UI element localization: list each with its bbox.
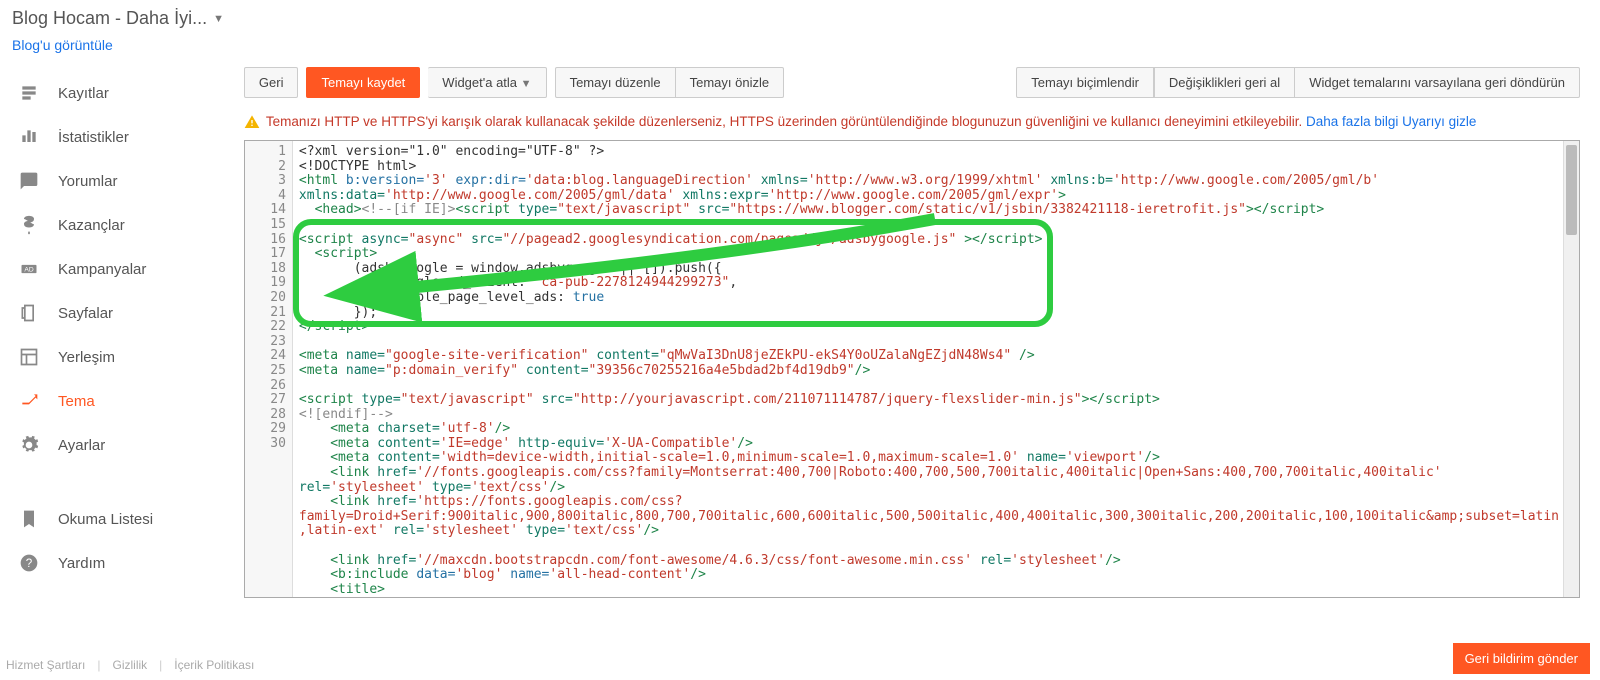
chevron-down-icon: ▼ [521, 78, 532, 90]
sidebar-item-label: Okuma Listesi [58, 511, 153, 528]
sidebar-item-label: Yardım [58, 555, 105, 572]
save-theme-button[interactable]: Temayı kaydet [306, 67, 420, 98]
theme-icon [18, 390, 40, 412]
comments-icon [18, 170, 40, 192]
preview-theme-button[interactable]: Temayı önizle [676, 67, 784, 98]
stats-icon [18, 126, 40, 148]
campaigns-icon: AD [18, 258, 40, 280]
sidebar-item-label: Tema [58, 393, 95, 410]
toolbar: Geri Temayı kaydet Widget'a atla ▼ Temay… [244, 61, 1580, 104]
sidebar-item-label: Kayıtlar [58, 85, 109, 102]
jump-widget-label: Widget'a atla [442, 75, 517, 90]
revert-changes-button[interactable]: Değişiklikleri geri al [1154, 67, 1295, 98]
sidebar-item-label: Yerleşim [58, 349, 115, 366]
pages-icon [18, 302, 40, 324]
blog-title-dropdown[interactable]: Blog Hocam - Daha İyi... ▼ [12, 8, 224, 29]
chevron-down-icon: ▼ [213, 13, 224, 25]
sidebar-item-ayarlar[interactable]: Ayarlar [0, 423, 244, 467]
warning-icon [244, 114, 260, 130]
footer-terms[interactable]: Hizmet Şartları [6, 658, 85, 672]
posts-icon [18, 82, 40, 104]
warning-text: Temanızı HTTP ve HTTPS'yi karışık olarak… [266, 114, 1302, 129]
sidebar: Kayıtlar İstatistikler Yorumlar Kazançlar AD… [0, 61, 244, 598]
feedback-button[interactable]: Geri bildirim gönder [1453, 643, 1590, 674]
svg-text:AD: AD [24, 267, 33, 274]
warning-dismiss-link[interactable]: Uyarıyı gizle [1402, 114, 1476, 129]
footer-privacy[interactable]: Gizlilik [112, 658, 147, 672]
jump-widget-button[interactable]: Widget'a atla ▼ [428, 67, 546, 98]
svg-text:?: ? [26, 557, 33, 570]
earnings-icon [18, 214, 40, 236]
sidebar-item-label: Sayfalar [58, 305, 113, 322]
scrollbar-thumb[interactable] [1566, 145, 1577, 235]
sidebar-item-label: Kazançlar [58, 217, 125, 234]
blog-title-text: Blog Hocam - Daha İyi... [12, 8, 207, 29]
back-button[interactable]: Geri [244, 67, 299, 98]
sidebar-item-sayfalar[interactable]: Sayfalar [0, 291, 244, 335]
https-warning: Temanızı HTTP ve HTTPS'yi karışık olarak… [244, 110, 1580, 140]
help-icon: ? [18, 552, 40, 574]
footer-content-policy[interactable]: İçerik Politikası [174, 658, 254, 672]
sidebar-item-tema[interactable]: Tema [0, 379, 244, 423]
sidebar-item-kampanyalar[interactable]: AD Kampanyalar [0, 247, 244, 291]
editor-code[interactable]: <?xml version="1.0" encoding="UTF-8" ?><… [293, 141, 1563, 597]
sidebar-item-label: Ayarlar [58, 437, 105, 454]
format-theme-button[interactable]: Temayı biçimlendir [1016, 67, 1154, 98]
sidebar-item-yardım[interactable]: ? Yardım [0, 541, 244, 585]
sidebar-item-yorumlar[interactable]: Yorumlar [0, 159, 244, 203]
sidebar-item-okuma listesi[interactable]: Okuma Listesi [0, 497, 244, 541]
revert-widgets-button[interactable]: Widget temalarını varsayılana geri döndü… [1295, 67, 1580, 98]
sidebar-item-kayıtlar[interactable]: Kayıtlar [0, 71, 244, 115]
sidebar-item-label: İstatistikler [58, 129, 129, 146]
settings-icon [18, 434, 40, 456]
layout-icon [18, 346, 40, 368]
code-editor[interactable]: 12341415161718192021222324252627282930 <… [244, 140, 1580, 598]
editor-gutter: 12341415161718192021222324252627282930 [245, 141, 293, 597]
sidebar-item-yerleşim[interactable]: Yerleşim [0, 335, 244, 379]
reading-list-icon [18, 508, 40, 530]
warning-more-link[interactable]: Daha fazla bilgi [1306, 114, 1398, 129]
sidebar-item-kazançlar[interactable]: Kazançlar [0, 203, 244, 247]
footer-links: Hizmet Şartları | Gizlilik | İçerik Poli… [6, 658, 254, 672]
editor-scrollbar[interactable] [1563, 141, 1579, 597]
edit-theme-button[interactable]: Temayı düzenle [555, 67, 676, 98]
sidebar-item-i̇statistikler[interactable]: İstatistikler [0, 115, 244, 159]
sidebar-item-label: Yorumlar [58, 173, 117, 190]
sidebar-item-label: Kampanyalar [58, 261, 146, 278]
view-blog-link[interactable]: Blog'u görüntüle [12, 37, 113, 53]
